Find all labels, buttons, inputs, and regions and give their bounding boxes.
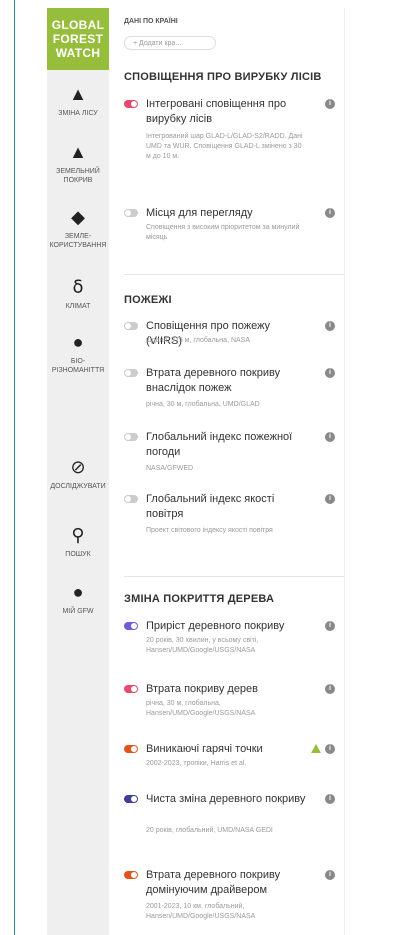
layer-description: річна, 30 м, глобальна, UMD/GLAD (146, 401, 260, 408)
user-icon: ● (72, 582, 84, 602)
layer-description: річна, 30 м, глобальна, Hansen/UMD/Googl… (146, 700, 256, 717)
layer-description: NASA/GFWED (146, 465, 194, 472)
info-icon[interactable]: i (325, 794, 335, 804)
nav-forest-change[interactable]: ▲ ЗМІНА ЛІСУ (47, 85, 109, 118)
land-use-icon: ◆ (71, 207, 85, 227)
info-icon[interactable]: i (325, 870, 335, 880)
layer-name: Втрата деревного покриву домінуючим драй… (146, 869, 281, 896)
info-icon[interactable]: i (325, 494, 335, 504)
layer-fire-weather-index: Глобальний індекс пожежної погоди NASA/G… (124, 430, 339, 480)
layers-panel: ДАНІ ПО КРАЇНІ + Додати кра... СПОВІЩЕНН… (112, 8, 345, 935)
layer-description: 2001-2023, 10 км, глобальний, Hansen/UMD… (146, 903, 256, 920)
land-cover-icon: ▲ (69, 142, 87, 162)
compass-icon: ⊘ (70, 457, 86, 477)
layer-name: Глобальний індекс якості повітря (146, 493, 275, 520)
info-icon[interactable]: i (325, 208, 335, 218)
layer-description: 2002-2023, тропіки, Harris et al. (146, 760, 247, 767)
section-title-deforestation-alerts: СПОВІЩЕННЯ ПРО ВИРУБКУ ЛІСІВ (124, 71, 322, 83)
nav-biodiversity[interactable]: ● БІО-РІЗНОМАНІТТЯ (47, 333, 109, 375)
layer-name: Втрата покриву дерев (146, 683, 259, 695)
warning-icon[interactable] (311, 744, 321, 753)
info-icon[interactable]: i (325, 432, 335, 442)
layer-name: Інтегровані сповіщення про вирубку лісів (146, 98, 287, 125)
nav-land-cover[interactable]: ▲ ЗЕМЕЛЬНИЙ ПОКРИВ (47, 143, 109, 185)
layer-name: Чиста зміна деревного покриву (146, 793, 306, 805)
nav-label: ЗЕМЛЕ-КОРИСТУВАННЯ (49, 233, 107, 249)
layer-viirs-fire-alerts: Сповіщення про пожежу (VIIRS) щодня, 375… (124, 319, 339, 354)
logo-line-2: FOREST (52, 32, 104, 46)
layer-tree-cover-gain: Приріст деревного покриву 20 років, 30 х… (124, 619, 339, 674)
layer-name: Втрата деревного покриву внаслідок пожеж (146, 367, 281, 394)
nav-search[interactable]: ⚲ ПОШУК (47, 526, 109, 559)
info-icon[interactable]: i (325, 684, 335, 694)
info-icon[interactable]: i (325, 744, 335, 754)
layer-toggle[interactable] (124, 871, 138, 879)
layer-name: Виникаючі гарячі точки (146, 743, 263, 755)
layer-name: Місця для перегляду (146, 207, 253, 219)
layer-toggle[interactable] (124, 433, 138, 441)
layer-description: 20 років, глобальний, UMD/NASA GEDI (146, 827, 273, 834)
layer-name: Приріст деревного покриву (146, 620, 285, 632)
window-border (14, 0, 15, 935)
layer-loss-by-driver: Втрата деревного покриву домінуючим драй… (124, 868, 339, 928)
layer-places-to-watch: Місця для перегляду Сповіщення з високим… (124, 206, 339, 256)
logo-line-3: WATCH (55, 46, 101, 60)
nav-climate[interactable]: ẟ КЛІМАТ (47, 278, 109, 311)
gfw-logo[interactable]: GLOBAL FOREST WATCH (47, 8, 109, 70)
paw-icon: ● (72, 332, 84, 352)
country-data-label: ДАНІ ПО КРАЇНІ (124, 18, 178, 25)
layer-toggle[interactable] (124, 745, 138, 753)
layer-description: Сповіщення з високим пріоритетом за мину… (146, 224, 300, 241)
info-icon[interactable]: i (325, 368, 335, 378)
nav-label: ПОШУК (65, 551, 91, 558)
layer-toggle[interactable] (124, 685, 138, 693)
section-title-tree-cover-change: ЗМІНА ПОКРИТТЯ ДЕРЕВА (124, 593, 275, 605)
section-title-fires: ПОЖЕЖІ (124, 294, 172, 306)
layer-integrated-alerts: Інтегровані сповіщення про вирубку лісів… (124, 97, 339, 167)
layer-air-quality-index: Глобальний індекс якості повітря Проект … (124, 492, 339, 552)
nav-explore[interactable]: ⊘ ДОСЛІДЖУВАТИ (47, 458, 109, 491)
layer-description: 20 років, 30 хвилин, у всьому світі, Han… (146, 637, 259, 654)
nav-label: ЗМІНА ЛІСУ (58, 110, 98, 117)
layer-toggle[interactable] (124, 322, 138, 330)
layer-name: Глобальний індекс пожежної погоди (146, 431, 293, 458)
nav-label: ДОСЛІДЖУВАТИ (50, 483, 106, 490)
section-divider (124, 274, 344, 275)
layer-description: Проект світового індексу якості повітря (146, 527, 273, 534)
nav-label: МІЙ GFW (62, 608, 94, 615)
layer-emerging-hotspots: Виникаючі гарячі точки 2002-2023, тропік… (124, 742, 339, 777)
info-icon[interactable]: i (325, 621, 335, 631)
nav-my-gfw[interactable]: ● МІЙ GFW (47, 583, 109, 616)
info-icon[interactable]: i (325, 99, 335, 109)
nav-label: БІО-РІЗНОМАНІТТЯ (51, 358, 105, 374)
layer-description: Інтегрований шар GLAD-L/GLAD-S2/RADD. Да… (146, 133, 303, 160)
layer-toggle[interactable] (124, 369, 138, 377)
nav-label: КЛІМАТ (65, 303, 91, 310)
layer-net-tree-cover-change: Чиста зміна деревного покриву 20 років, … (124, 792, 339, 852)
search-icon: ⚲ (71, 525, 85, 545)
layer-toggle[interactable] (124, 100, 138, 108)
layer-description: щодня, 375 м, глобальна, NASA (146, 337, 251, 344)
layer-toggle[interactable] (124, 622, 138, 630)
info-icon[interactable]: i (325, 321, 335, 331)
nav-land-use[interactable]: ◆ ЗЕМЛЕ-КОРИСТУВАННЯ (47, 208, 109, 250)
nav-label: ЗЕМЕЛЬНИЙ ПОКРИВ (56, 168, 100, 184)
layer-tree-cover-loss: Втрата покриву дерев річна, 30 м, глобал… (124, 682, 339, 732)
section-divider (124, 576, 344, 577)
forest-change-icon: ▲ (69, 84, 87, 104)
sidebar: GLOBAL FOREST WATCH ▲ ЗМІНА ЛІСУ ▲ ЗЕМЕЛ… (47, 8, 109, 935)
layer-toggle[interactable] (124, 495, 138, 503)
layer-toggle[interactable] (124, 795, 138, 803)
thermometer-icon: ẟ (72, 277, 84, 297)
layer-toggle[interactable] (124, 209, 138, 217)
layer-tree-cover-loss-fires: Втрата деревного покриву внаслідок пожеж… (124, 366, 339, 421)
add-country-select[interactable]: + Додати кра... (124, 36, 216, 50)
logo-line-1: GLOBAL (51, 18, 105, 32)
